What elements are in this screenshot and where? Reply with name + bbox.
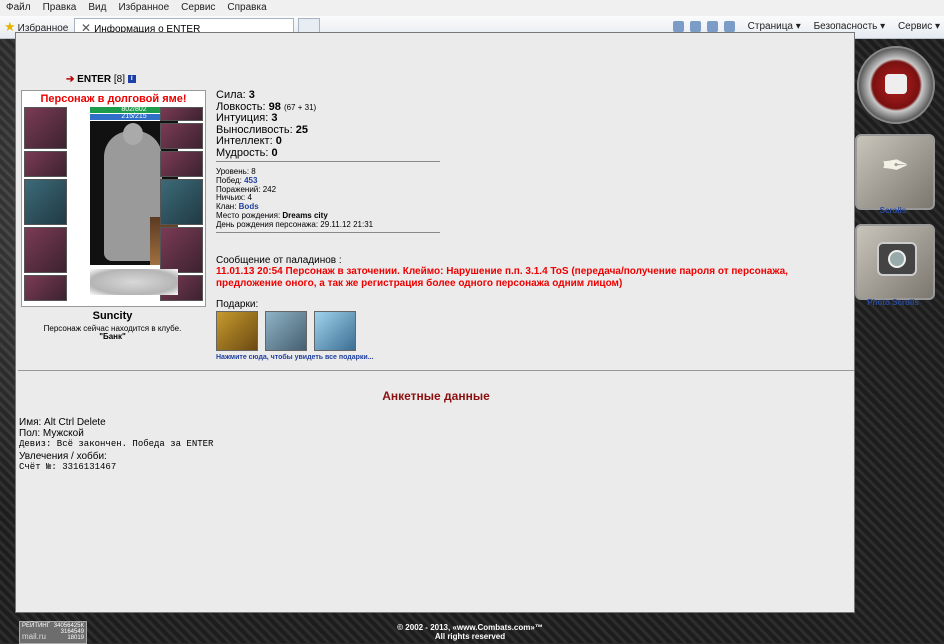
- star-icon: ★: [4, 19, 16, 34]
- info-label: Уровень:: [216, 167, 250, 176]
- stat-wisdom: 0: [271, 146, 278, 159]
- divider: [216, 232, 440, 233]
- counter-label: РЕЙТИНГ: [22, 623, 50, 629]
- location-place: "Банк": [99, 332, 126, 341]
- divider: [18, 370, 854, 371]
- copyright: © 2002 - 2013, «www.Combats.com»™ All ri…: [370, 623, 570, 641]
- profile-data: Имя: Alt Ctrl Delete Пол: Мужской Девиз:…: [19, 417, 213, 473]
- weapon-slot[interactable]: [24, 179, 67, 225]
- stat-endurance: 25: [295, 123, 308, 136]
- feeds-icon[interactable]: [689, 20, 701, 32]
- gifts-label: Подарки:: [216, 299, 259, 310]
- stat-label: Интеллект:: [216, 135, 273, 147]
- info-label: Место рождения:: [216, 210, 281, 220]
- stat-label: Выносливость:: [216, 123, 293, 136]
- photo-scrolls-link[interactable]: Photo Scrolls: [855, 298, 931, 307]
- info-level: 8: [251, 167, 256, 176]
- menu-help[interactable]: Справка: [221, 0, 272, 16]
- profile-heading: Анкетные данные: [382, 389, 490, 403]
- stats-list: Сила: 3 Ловкость: 98 (67 + 31) Интуиция:…: [216, 89, 317, 159]
- bracer-slot[interactable]: [24, 151, 67, 177]
- home-icon[interactable]: [672, 20, 684, 32]
- profile-name: Имя: Alt Ctrl Delete: [19, 417, 106, 428]
- quill-icon: ✒: [881, 147, 910, 185]
- head-silhouette: [123, 123, 143, 145]
- stat-label: Интуиция:: [216, 112, 269, 124]
- info-label: Побед:: [216, 175, 242, 185]
- fist-emblem-icon[interactable]: [857, 46, 935, 124]
- gift-item[interactable]: [314, 311, 356, 351]
- profile-gender: Пол: Мужской: [19, 428, 84, 440]
- debt-notice: Персонаж в долговой яме!: [40, 93, 187, 105]
- stat-label: Мудрость:: [216, 146, 269, 159]
- paladin-message-title: Сообщение от паладинов :: [216, 255, 342, 266]
- info-wins: 453: [244, 175, 258, 185]
- info-label: День рождения персонажа:: [216, 219, 319, 229]
- ring-slot[interactable]: [160, 123, 203, 149]
- stat-agility: 98: [268, 100, 281, 113]
- info-label: Клан:: [216, 202, 237, 212]
- photo-scrolls-icon[interactable]: [855, 224, 935, 300]
- stat-intellect: 0: [275, 135, 282, 147]
- rating-counter[interactable]: РЕЙТИНГ 34056425К 3164549 18019 mail.ru: [19, 621, 87, 644]
- stat-label: Ловкость:: [216, 100, 266, 113]
- earring-slot[interactable]: [160, 107, 203, 121]
- safety-menu[interactable]: Безопасность ▾: [814, 21, 886, 32]
- menu-tools[interactable]: Сервис: [175, 0, 221, 16]
- boots-slot[interactable]: [160, 227, 203, 273]
- profile-hobby: Увлечения / хобби:: [19, 450, 107, 462]
- character-name: ENTER: [77, 74, 112, 85]
- print-icon[interactable]: [723, 20, 735, 32]
- character-header: ➔ ENTER [8] i: [66, 74, 136, 85]
- gift-item[interactable]: [265, 311, 307, 351]
- gift-item[interactable]: [216, 311, 258, 351]
- profile-motto: Девиз: Всё закончен. Победа за ENTER: [19, 439, 214, 450]
- arrow-icon: ➔: [66, 74, 75, 85]
- gloves-slot[interactable]: [160, 151, 203, 177]
- stat-strength: 3: [248, 89, 255, 101]
- rights-line: All rights reserved: [434, 632, 506, 641]
- info-losses: 242: [262, 184, 277, 194]
- character-info: Уровень: 8 Побед: 453 Поражений: 242 Нич…: [216, 167, 374, 230]
- divider: [216, 161, 440, 162]
- character-level: [8]: [113, 74, 125, 85]
- city-name: Suncity: [92, 310, 133, 322]
- browser-menubar: Файл Правка Вид Избранное Сервис Справка: [0, 0, 944, 17]
- tools-menu[interactable]: Сервис ▾: [898, 21, 940, 32]
- menu-favorites[interactable]: Избранное: [112, 0, 175, 16]
- shield-slot[interactable]: [160, 179, 203, 225]
- counter-low: 18019: [67, 635, 84, 641]
- helmet-slot[interactable]: [24, 107, 67, 149]
- clan-link[interactable]: Bods: [239, 202, 259, 211]
- info-label: Поражений:: [216, 184, 261, 194]
- menu-file[interactable]: Файл: [0, 0, 37, 16]
- info-icon[interactable]: i: [127, 75, 136, 84]
- stat-agility-sub: (67 + 31): [283, 102, 317, 112]
- menu-edit[interactable]: Правка: [37, 0, 83, 16]
- armor-slot[interactable]: [24, 227, 67, 273]
- all-gifts-link[interactable]: Нажмите сюда, чтобы увидеть все подарки.…: [216, 354, 374, 361]
- info-birthday: 29.11.12 21:31: [320, 219, 374, 229]
- info-label: Ничьих:: [216, 193, 246, 203]
- profile-account: Счёт №: 3316131467: [19, 461, 117, 472]
- copyright-line: © 2002 - 2013, «www.Combats.com»™: [397, 623, 543, 632]
- stat-label: Сила:: [216, 89, 246, 101]
- counter-values: 34056425К 3164549 18019: [54, 623, 84, 641]
- camera-icon: [877, 242, 917, 276]
- page-menu[interactable]: Страница ▾: [748, 21, 801, 32]
- stat-intuition: 3: [271, 112, 278, 124]
- scrolls-link[interactable]: Scrolls: [855, 206, 931, 215]
- scrolls-icon[interactable]: ✒: [855, 134, 935, 210]
- city-emblem-icon: [90, 269, 178, 295]
- info-birthplace: Dreams city: [282, 210, 328, 220]
- info-draws: 4: [247, 193, 252, 203]
- mail-icon[interactable]: [706, 20, 718, 32]
- character-box: Персонаж в долговой яме! 802/802 215/215: [21, 90, 206, 307]
- menu-view[interactable]: Вид: [82, 0, 112, 16]
- belt-slot[interactable]: [24, 275, 67, 301]
- counter-brand: mail.ru: [22, 632, 47, 641]
- paladin-message-text: 11.01.13 20:54 Персонаж в заточении. Кле…: [216, 266, 788, 289]
